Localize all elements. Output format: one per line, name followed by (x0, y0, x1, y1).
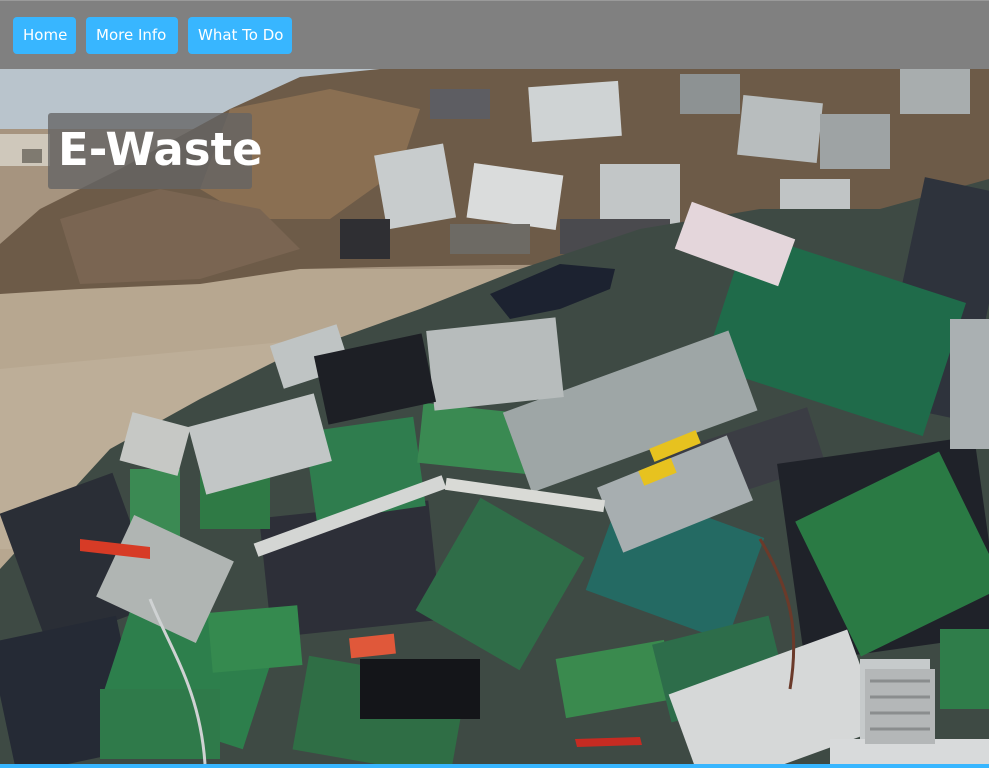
nav-button-home[interactable]: Home (13, 17, 76, 54)
page: Home More Info What To Do E-Waste (0, 0, 989, 768)
nav-button-more-info[interactable]: More Info (86, 17, 178, 54)
bottom-accent-strip (0, 764, 989, 768)
page-title: E-Waste (58, 123, 263, 176)
page-title-banner: E-Waste (48, 113, 263, 189)
top-nav-bar: Home More Info What To Do (0, 0, 989, 69)
nav-button-what-to-do[interactable]: What To Do (188, 17, 292, 54)
